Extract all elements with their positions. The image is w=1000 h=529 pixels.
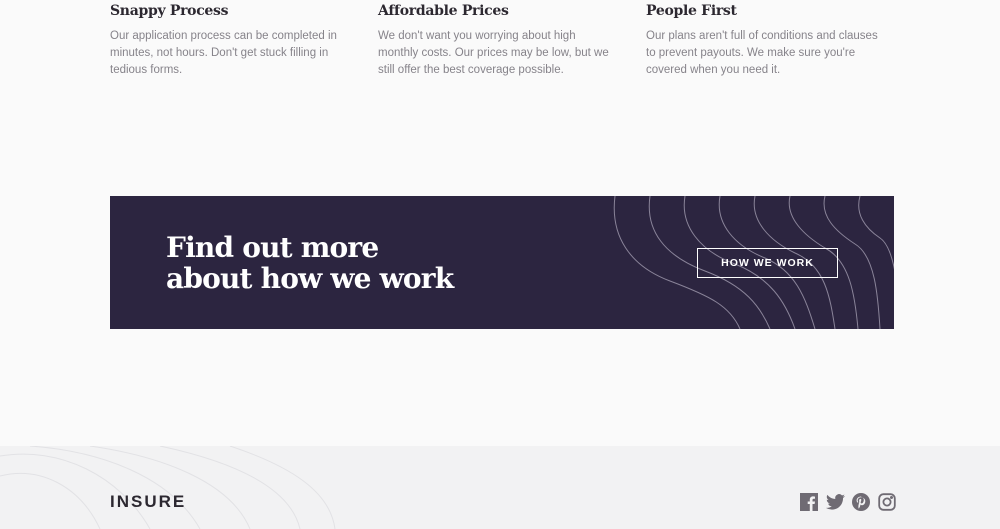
feature-title: People First	[646, 3, 737, 19]
banner-title-line1: Find out more	[166, 231, 379, 264]
footer-wave-pattern	[0, 446, 336, 529]
banner-title-line2: about how we work	[166, 262, 454, 295]
twitter-icon[interactable]	[826, 493, 845, 511]
how-we-work-button[interactable]: HOW WE WORK	[697, 248, 838, 278]
insure-logo[interactable]: INSURE	[110, 492, 186, 512]
social-links	[800, 493, 896, 511]
footer: INSURE	[0, 446, 1000, 529]
feature-title: Affordable Prices	[378, 3, 509, 19]
pinterest-icon[interactable]	[852, 493, 870, 511]
feature-text: Our application process can be completed…	[110, 30, 337, 76]
features-section: Snappy Process Our application process c…	[110, 0, 900, 90]
feature-text: We don't want you worrying about high mo…	[378, 30, 609, 76]
feature-title: Snappy Process	[110, 3, 229, 19]
feature-snappy-process: Snappy Process Our application process c…	[110, 0, 350, 79]
how-we-work-banner: Find out more about how we work HOW WE W…	[110, 196, 894, 329]
feature-text: Our plans aren't full of conditions and …	[646, 30, 878, 76]
feature-people-first: People First Our plans aren't full of co…	[646, 0, 886, 79]
banner-title: Find out more about how we work	[166, 231, 454, 295]
facebook-icon[interactable]	[800, 493, 818, 511]
instagram-icon[interactable]	[878, 493, 896, 511]
feature-affordable-prices: Affordable Prices We don't want you worr…	[378, 0, 618, 79]
